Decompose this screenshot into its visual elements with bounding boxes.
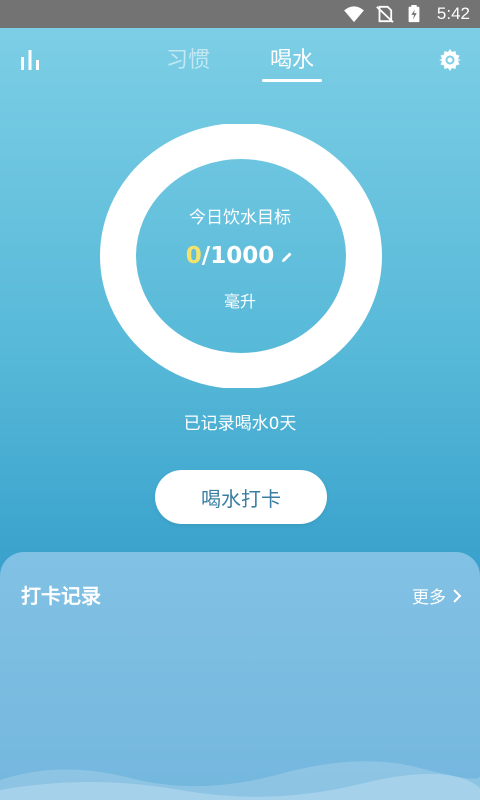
record-days-text: 已记录喝水0天 bbox=[183, 414, 297, 434]
more-label: 更多 bbox=[412, 588, 446, 608]
target-intake: 1000 bbox=[210, 243, 275, 269]
wifi-icon bbox=[344, 6, 364, 23]
top-navigation: 习惯 喝水 bbox=[0, 28, 480, 88]
goal-separator: / bbox=[201, 243, 211, 269]
wave-decoration bbox=[0, 761, 480, 800]
current-intake: 0 bbox=[185, 243, 202, 269]
tab-bar: 习惯 喝水 bbox=[0, 42, 480, 82]
records-card: 打卡记录 更多 bbox=[0, 552, 480, 800]
no-sim-icon bbox=[376, 5, 394, 23]
battery-charging-icon bbox=[408, 5, 420, 23]
tab-habits[interactable]: 习惯 bbox=[164, 42, 212, 82]
status-bar: 5:42 bbox=[0, 0, 480, 28]
records-card-title: 打卡记录 bbox=[21, 584, 101, 608]
tab-drink-water[interactable]: 喝水 bbox=[261, 42, 323, 82]
goal-value: 0/1000 bbox=[0, 243, 480, 269]
chevron-right-icon bbox=[453, 588, 462, 603]
more-link[interactable]: 更多 bbox=[412, 583, 462, 608]
drink-checkin-button[interactable]: 喝水打卡 bbox=[155, 470, 327, 524]
gear-icon[interactable] bbox=[438, 48, 462, 72]
status-time: 5:42 bbox=[436, 4, 470, 23]
goal-label: 今日饮水目标 bbox=[189, 208, 291, 228]
goal-unit: 毫升 bbox=[223, 292, 256, 311]
pencil-icon[interactable] bbox=[280, 250, 294, 264]
